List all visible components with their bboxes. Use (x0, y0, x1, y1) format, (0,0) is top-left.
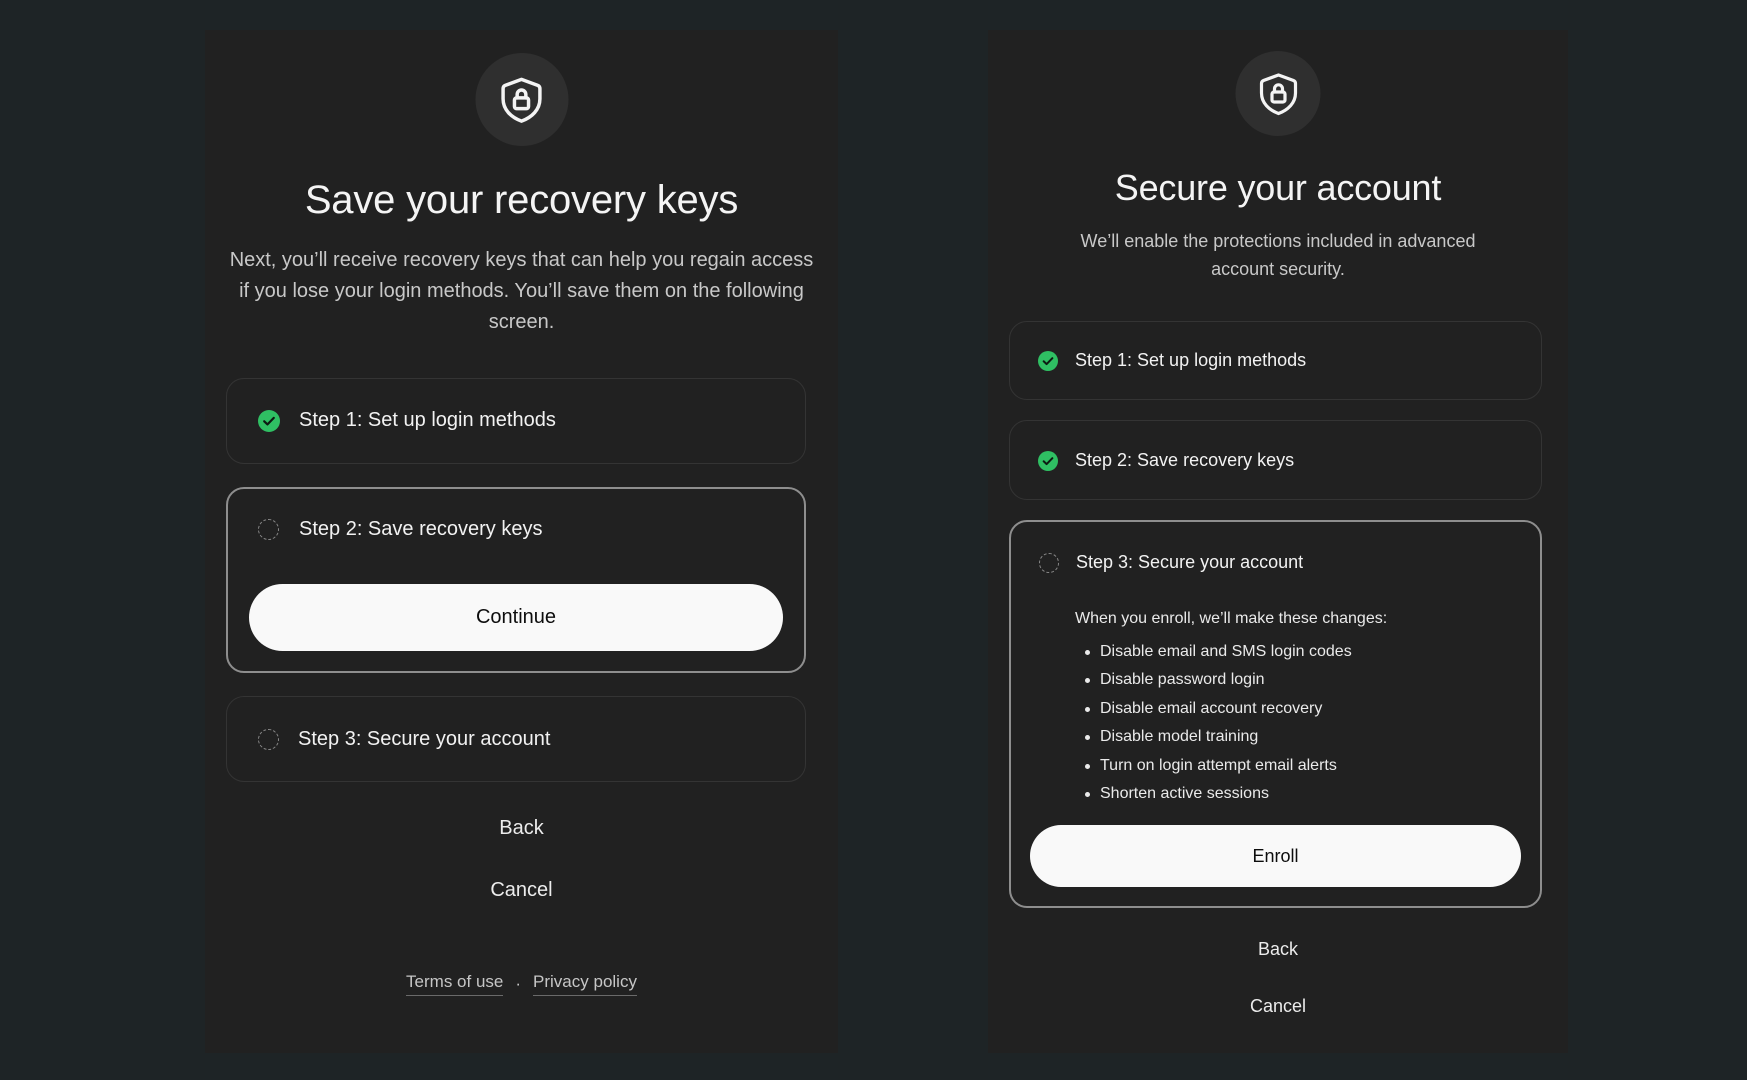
step-1-row: Step 1: Set up login methods (1038, 350, 1306, 371)
page-title: Secure your account (1114, 167, 1442, 208)
changes-intro: When you enroll, we’ll make these change… (1075, 610, 1388, 627)
list-item: Disable model training (1075, 723, 1387, 751)
step-3-card: Step 3: Secure your account When you enr… (1009, 520, 1542, 908)
step-3-label: Step 3: Secure your account (298, 728, 551, 750)
terms-of-use-link[interactable]: Terms of use (406, 972, 504, 996)
step-2-row: Step 2: Save recovery keys (258, 518, 542, 541)
step-1-card: Step 1: Set up login methods (1009, 321, 1542, 400)
continue-button[interactable]: Continue (249, 584, 783, 651)
dashed-circle-icon (258, 519, 279, 540)
step-2-label: Step 2: Save recovery keys (299, 518, 543, 540)
cancel-button[interactable]: Cancel (988, 996, 1568, 1017)
step-2-card: Step 2: Save recovery keys (1009, 420, 1542, 500)
back-button[interactable]: Back (988, 939, 1568, 960)
step-1-label: Step 1: Set up login methods (1075, 350, 1307, 370)
step-1-row: Step 1: Set up login methods (258, 409, 556, 432)
list-item: Disable email and SMS login codes (1075, 638, 1387, 666)
secure-account-panel: Secure your account We’ll enable the pro… (988, 30, 1568, 1053)
page-description: We’ll enable the protections included in… (1080, 231, 1476, 279)
shield-lock-icon (1259, 72, 1297, 115)
list-item: Disable email account recovery (1075, 695, 1387, 723)
shield-icon-badge (475, 53, 568, 146)
step-1-label: Step 1: Set up login methods (299, 409, 556, 431)
step-3-card: Step 3: Secure your account (226, 696, 806, 782)
enroll-changes: When you enroll, we’ll make these change… (1075, 610, 1387, 808)
page-title: Save your recovery keys (304, 178, 739, 222)
list-item: Turn on login attempt email alerts (1075, 752, 1387, 780)
check-circle-icon (258, 409, 280, 432)
footer-links: Terms of use · Privacy policy (205, 972, 838, 996)
dashed-circle-icon (1039, 552, 1059, 573)
shield-icon-badge (1235, 51, 1321, 136)
changes-list: Disable email and SMS login codes Disabl… (1075, 638, 1387, 808)
save-recovery-keys-panel: Save your recovery keys Next, you’ll rec… (205, 30, 838, 1053)
step-3-label: Step 3: Secure your account (1076, 552, 1304, 572)
list-item: Disable password login (1075, 666, 1387, 694)
step-1-card: Step 1: Set up login methods (226, 378, 806, 464)
cancel-button[interactable]: Cancel (205, 879, 838, 902)
list-item: Shorten active sessions (1075, 780, 1387, 808)
page-description: Next, you’ll receive recovery keys that … (229, 249, 814, 333)
step-3-row: Step 3: Secure your account (1039, 552, 1303, 573)
check-circle-icon (1038, 450, 1058, 471)
step-2-row: Step 2: Save recovery keys (1038, 450, 1294, 471)
back-button[interactable]: Back (205, 817, 838, 840)
privacy-policy-link[interactable]: Privacy policy (533, 972, 637, 996)
step-2-label: Step 2: Save recovery keys (1075, 450, 1295, 470)
footer-separator: · (515, 974, 522, 993)
step-2-card: Step 2: Save recovery keys Continue (226, 487, 806, 673)
check-circle-icon (1038, 350, 1058, 371)
enroll-button[interactable]: Enroll (1030, 825, 1521, 887)
dashed-circle-icon (258, 729, 279, 750)
shield-lock-icon (501, 77, 542, 123)
step-3-row: Step 3: Secure your account (258, 728, 550, 751)
